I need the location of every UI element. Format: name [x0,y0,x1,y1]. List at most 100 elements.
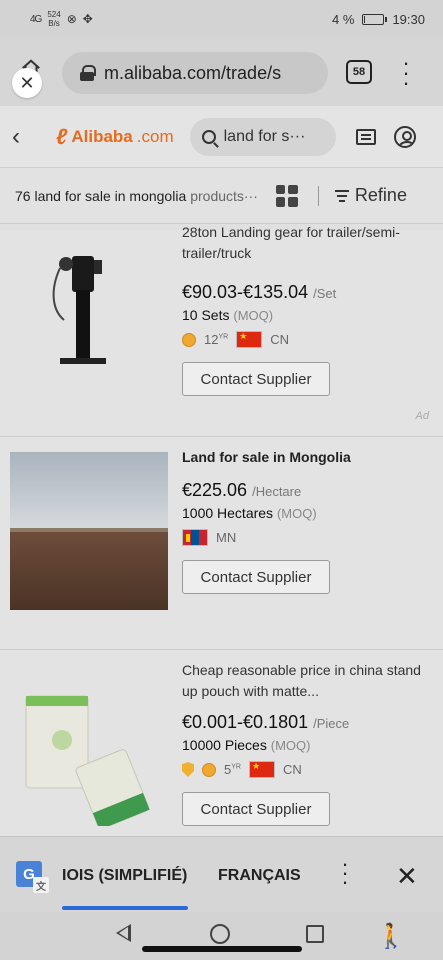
product-list: 28ton Landing gear for trailer/semi-trai… [0,224,443,836]
search-value: land for s··· [223,127,306,145]
product-info: Cheap reasonable price in china stand up… [182,660,429,826]
landing-gear-image[interactable] [40,250,120,380]
tab-source-language[interactable]: IOIS (SIMPLIFIÉ) [62,867,187,885]
google-translate-icon[interactable]: G [16,861,49,893]
mongolia-flag-icon [182,529,208,546]
search-icon [201,129,216,144]
logo-text: Alibaba [71,126,133,146]
product-moq: 10 Sets (MOQ) [182,307,429,323]
net-speed-value: 524 [47,10,61,19]
result-query: land for sale in mongolia [34,187,187,204]
battery-percent: 4 % [332,11,355,27]
years-sup: YR [231,763,241,771]
product-info: 28ton Landing gear for trailer/semi-trai… [182,224,429,396]
refine-label: Refine [354,185,407,205]
product-card[interactable]: 28ton Landing gear for trailer/semi-trai… [0,224,443,437]
translate-bar: G IOIS (SIMPLIFIÉ) FRANÇAIS ··· ✕ [0,836,443,912]
moq-label: (MOQ) [233,308,274,323]
divider [317,185,319,206]
land-photo-image[interactable] [10,452,168,610]
net-speed-unit: B/s [48,19,60,28]
status-right: 4 % 19:30 [332,12,425,27]
nav-back-icon[interactable] [116,924,131,942]
browser-menu-icon[interactable]: · · · [398,52,414,94]
product-moq: 1000 Hectares (MOQ) [182,505,429,521]
ad-label: Ad [415,410,429,422]
translate-menu-icon[interactable]: · · · [338,853,352,893]
moq-label: (MOQ) [270,738,311,753]
alibaba-logo-mark-icon: ℓ [56,123,68,149]
gold-supplier-icon [202,762,216,777]
results-bar: 76 land for sale in mongolia products··· … [0,168,443,224]
filter-icon [334,189,349,202]
tab-target-language[interactable]: FRANÇAIS [218,867,301,885]
china-flag-icon [248,761,275,778]
messages-icon[interactable] [355,128,376,145]
moq-quantity: 10 Sets [182,307,230,323]
browser-toolbar: ✕ m.alibaba.com/trade/s 58 · · · [0,38,443,106]
contact-supplier-button[interactable]: Contact Supplier [182,362,330,396]
battery-icon [362,13,388,25]
moq-quantity: 10000 Pieces [182,737,267,753]
country-code: CN [270,332,289,347]
china-flag-icon [236,331,263,348]
account-icon[interactable] [393,125,416,148]
lock-icon [80,65,96,81]
product-price: €90.03-€135.04 /Set [182,282,429,303]
signal-indicator: 4G [30,13,42,25]
result-count: 76 [15,187,31,204]
notification-icon: ⊗ [66,12,77,26]
web-page: ‹ ℓ Alibaba .com land for s··· 76 land fo… [0,106,443,836]
price-range: €225.06 [182,480,248,500]
trade-assurance-icon [182,762,194,777]
status-left: 4G 524 B/s ⊗ ✥ [30,10,93,28]
years-sup: YR [218,333,229,341]
alibaba-logo[interactable]: ℓ Alibaba .com [56,124,174,150]
product-title[interactable]: 28ton Landing gear for trailer/semi-trai… [182,222,429,264]
grid-view-icon[interactable] [275,184,298,207]
moq-label: (MOQ) [276,506,317,521]
moq-quantity: 1000 Hectares [182,505,274,521]
supplier-badges: 5YR CN [182,761,429,778]
supplier-years: 12YR [204,332,228,347]
product-info: Land for sale in Mongolia €225.06 /Hecta… [182,447,429,594]
contact-supplier-button[interactable]: Contact Supplier [182,560,330,594]
years-value: 12 [204,332,219,347]
product-price: €0.001-€0.1801 /Piece [182,712,429,733]
stand-up-pouch-image[interactable] [22,690,154,826]
home-indicator[interactable] [142,946,302,952]
logo-suffix: .com [136,126,174,146]
price-range: €0.001-€0.1801 [182,712,309,732]
product-title[interactable]: Land for sale in Mongolia [182,447,429,468]
result-suffix: products··· [190,187,258,204]
supplier-badges: 12YR CN [182,331,429,348]
price-unit: /Piece [313,716,350,731]
product-card[interactable]: Cheap reasonable price in china stand up… [0,650,443,836]
nav-recent-apps-icon[interactable] [306,925,324,943]
search-input[interactable]: land for s··· [189,117,336,156]
contact-supplier-button[interactable]: Contact Supplier [182,792,330,826]
close-tab-button[interactable]: ✕ [12,68,42,98]
price-range: €90.03-€135.04 [182,282,309,302]
site-header: ‹ ℓ Alibaba .com land for s··· [0,106,443,168]
tab-switcher-button[interactable]: 58 [346,60,372,84]
url-text: m.alibaba.com/trade/s [104,62,282,83]
price-unit: /Hectare [252,484,302,499]
gold-supplier-icon [182,332,196,347]
price-unit: /Set [313,286,337,301]
accessibility-icon[interactable]: 🚶 [376,922,406,951]
nav-home-icon[interactable] [210,924,230,944]
close-translate-icon[interactable]: ✕ [396,861,418,892]
supplier-badges: MN [182,529,429,546]
active-tab-indicator [62,906,188,910]
refine-button[interactable]: Refine [334,185,407,206]
product-title[interactable]: Cheap reasonable price in china stand up… [182,660,429,702]
battery-fill [364,15,366,23]
status-bar: 4G 524 B/s ⊗ ✥ 4 % 19:30 [0,0,443,38]
back-arrow-icon[interactable]: ‹ [12,123,38,151]
address-bar[interactable]: m.alibaba.com/trade/s [62,52,328,94]
system-nav-bar: 🚶 [0,912,443,960]
product-moq: 10000 Pieces (MOQ) [182,737,429,753]
country-code: MN [216,530,237,545]
product-card[interactable]: Land for sale in Mongolia €225.06 /Hecta… [0,437,443,650]
